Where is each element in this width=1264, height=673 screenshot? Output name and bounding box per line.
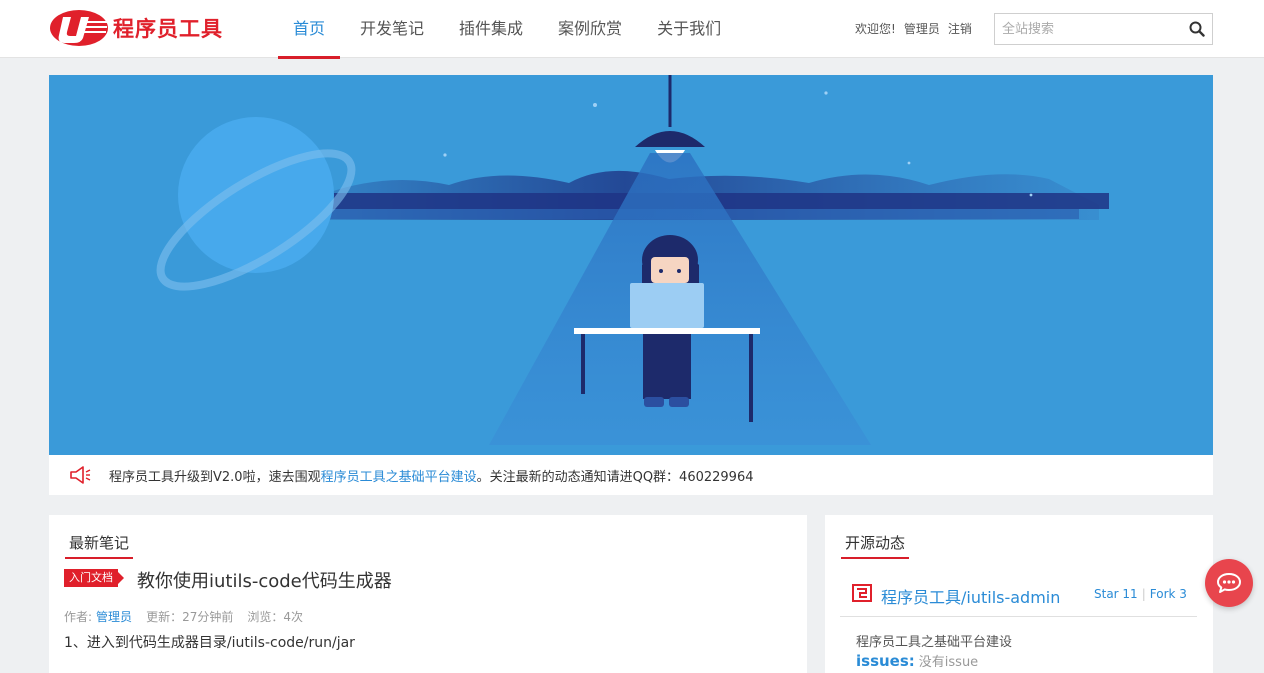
post-views: 浏览：4次 — [247, 610, 303, 624]
notice-bar: 程序员工具升级到V2.0啦，速去围观 程序员工具之基础平台建设 。关注最新的动态… — [49, 455, 1213, 495]
open-source-title: 开源动态 — [841, 532, 910, 559]
repo-fork-link[interactable]: Fork 3 — [1150, 587, 1187, 601]
nav-item-cases[interactable]: 案例欣赏 — [543, 0, 637, 58]
repo-star-link[interactable]: Star 11 — [1094, 587, 1138, 601]
site-search — [994, 13, 1213, 45]
post-author-block: 作者: 管理员 — [64, 608, 132, 625]
latest-notes-card: 最新笔记 入门文档 教你使用iutils-code代码生成器 作者: 管理员 更新… — [49, 515, 807, 673]
hero-banner[interactable] — [49, 75, 1213, 455]
stats-divider: | — [1141, 587, 1146, 601]
top-header: 程序员工具 首页 开发笔记 插件集成 案例欣赏 关于我们 欢迎您! 管理员 注销 — [0, 0, 1264, 59]
search-icon[interactable] — [1189, 21, 1205, 37]
post-excerpt: 1、进入到代码生成器目录/iutils-code/run/jar — [64, 635, 355, 651]
repo-name-link[interactable]: 程序员工具/iutils-admin — [881, 584, 1060, 608]
notice-text-after: 。关注最新的动态通知请进QQ群：460229964 — [476, 469, 754, 485]
nav-item-plugins[interactable]: 插件集成 — [444, 0, 538, 58]
repo-description: 程序员工具之基础平台建设 — [856, 635, 1013, 650]
post-meta: 作者: 管理员 更新：27分钟前 浏览：4次 — [64, 608, 317, 625]
post-updated: 更新：27分钟前 — [146, 610, 234, 624]
repo-stats: Star 11 | Fork 3 — [1094, 587, 1187, 601]
post-author-link[interactable]: 管理员 — [96, 610, 132, 624]
user-area: 欢迎您! 管理员 注销 — [855, 20, 980, 37]
main-nav: 首页 开发笔记 插件集成 案例欣赏 关于我们 — [278, 0, 741, 59]
post-title-link[interactable]: 教你使用iutils-code代码生成器 — [137, 567, 392, 593]
nav-item-dev-notes[interactable]: 开发笔记 — [345, 0, 439, 58]
megaphone-icon — [70, 466, 91, 484]
category-tag[interactable]: 入门文档 — [64, 569, 124, 587]
issues-label: issues: — [856, 652, 915, 670]
author-label: 作者: — [64, 610, 93, 624]
nav-item-about[interactable]: 关于我们 — [642, 0, 736, 58]
nav-item-home[interactable]: 首页 — [278, 0, 341, 59]
repo-divider — [840, 616, 1197, 617]
issues-value: 没有issue — [918, 655, 979, 670]
welcome-text: 欢迎您! — [855, 22, 896, 36]
chat-bubble-icon — [1217, 573, 1241, 593]
search-input[interactable] — [995, 14, 1180, 44]
logo-icon — [50, 10, 108, 46]
logout-link[interactable]: 注销 — [948, 20, 972, 37]
gitee-repo-icon — [852, 584, 872, 602]
username-link[interactable]: 管理员 — [904, 20, 940, 37]
chat-button[interactable] — [1205, 559, 1253, 607]
notice-text-before: 程序员工具升级到V2.0啦，速去围观 — [109, 469, 321, 485]
notice-link[interactable]: 程序员工具之基础平台建设 — [321, 466, 477, 485]
repo-issues: issues: 没有issue — [856, 651, 978, 670]
brand-text: 程序员工具 — [113, 17, 223, 41]
site-logo[interactable]: 程序员工具 — [49, 8, 223, 48]
latest-notes-title: 最新笔记 — [65, 532, 134, 559]
banner-illustration — [49, 75, 1213, 455]
open-source-card: 开源动态 程序员工具/iutils-admin Star 11 | Fork 3… — [825, 515, 1213, 673]
